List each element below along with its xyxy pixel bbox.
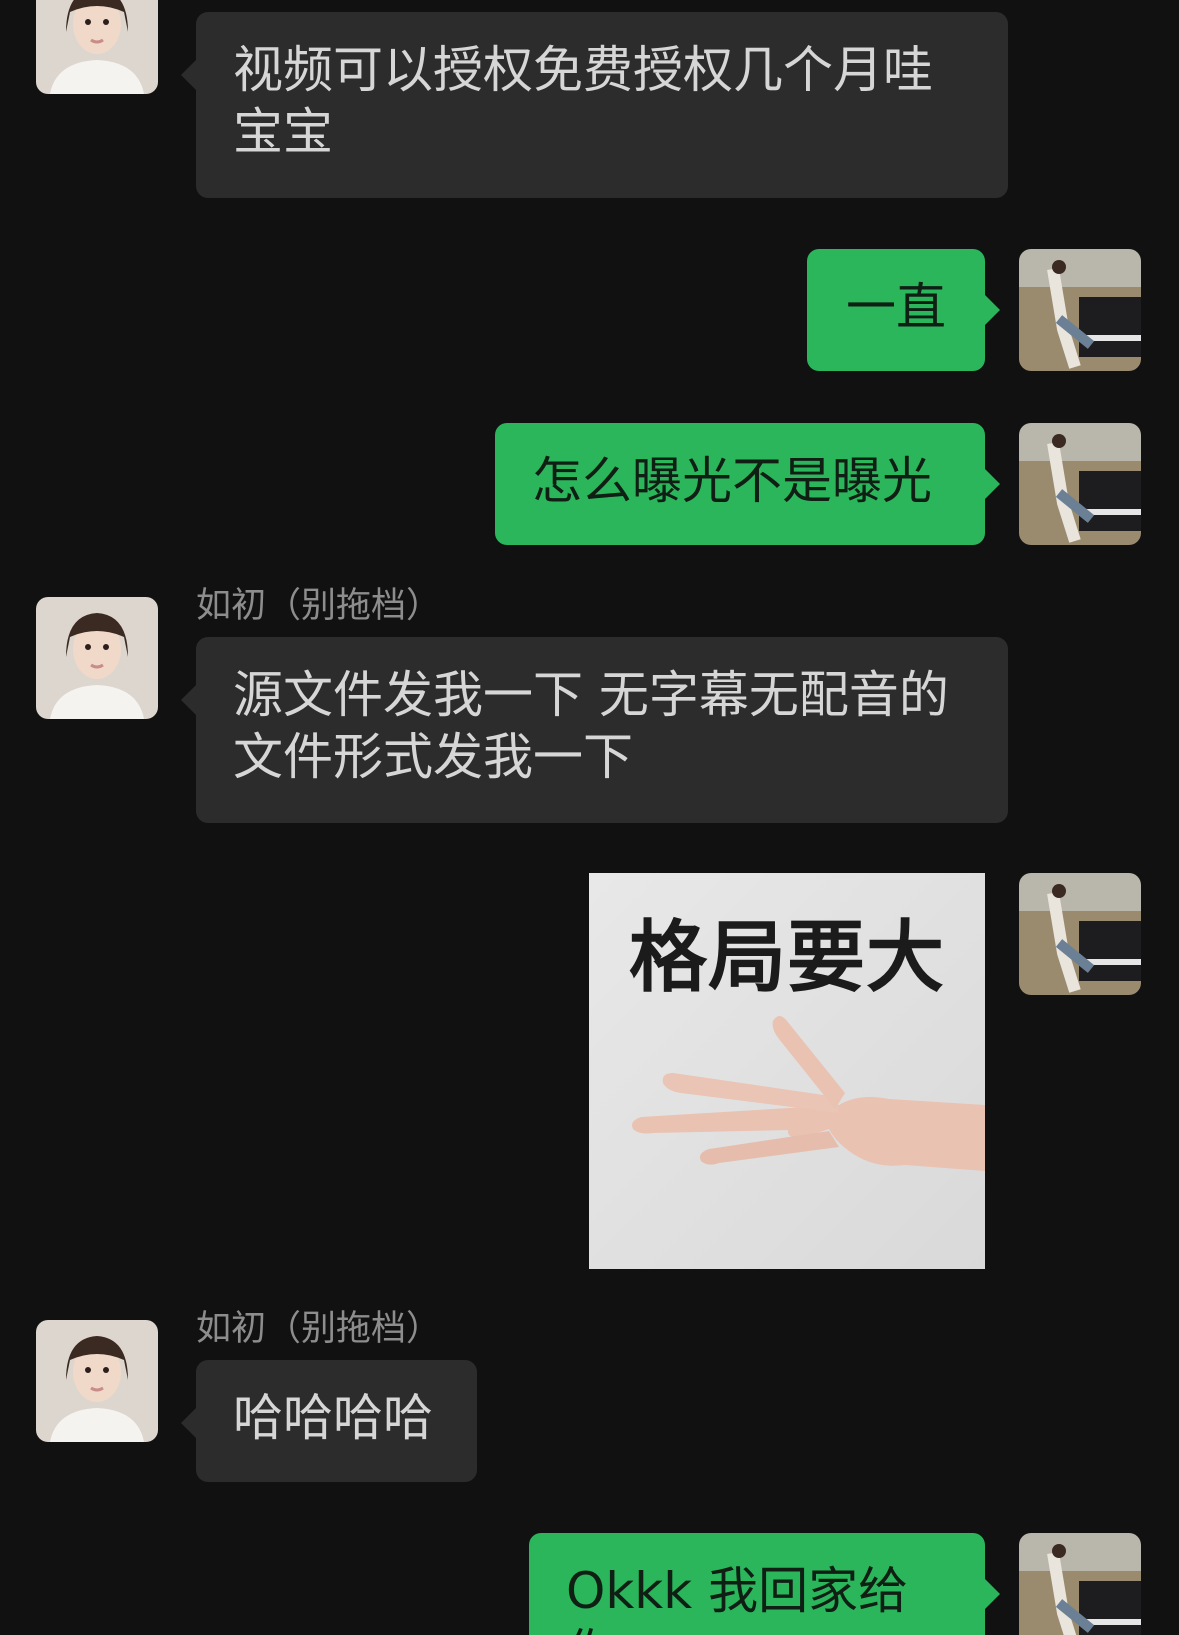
message-bubble-incoming[interactable]: 源文件发我一下 无字幕无配音的 文件形式发我一下 — [181, 637, 1008, 823]
my-avatar[interactable] — [1019, 1533, 1141, 1635]
message-text: Okkk 我回家给你 — [566, 1562, 909, 1635]
chat-conversation[interactable]: 视频可以授权免费授权几个月哇 宝宝 一直 怎么曝光不是曝光 如初（别拖档） 源文… — [0, 0, 1179, 1635]
message-bubble-outgoing[interactable]: 一直 — [807, 249, 1000, 371]
sender-name: 如初（别拖档） — [196, 1309, 442, 1349]
sender-name: 如初（别拖档） — [196, 586, 442, 626]
my-avatar[interactable] — [1019, 873, 1141, 995]
message-text: 源文件发我一下 无字幕无配音的 文件形式发我一下 — [233, 666, 949, 786]
message-text: 哈哈哈哈 — [233, 1389, 433, 1447]
message-bubble-incoming[interactable]: 哈哈哈哈 — [181, 1360, 477, 1482]
my-avatar[interactable] — [1019, 423, 1141, 545]
message-bubble-incoming[interactable]: 视频可以授权免费授权几个月哇 宝宝 — [181, 12, 1008, 198]
sticker-image[interactable]: 格局要大 — [589, 873, 985, 1269]
message-bubble-outgoing[interactable]: Okkk 我回家给你 — [529, 1533, 1000, 1635]
contact-avatar[interactable] — [36, 597, 158, 719]
my-avatar[interactable] — [1019, 249, 1141, 371]
contact-avatar[interactable] — [36, 0, 158, 94]
message-bubble-outgoing[interactable]: 怎么曝光不是曝光 — [495, 423, 1000, 545]
contact-avatar[interactable] — [36, 1320, 158, 1442]
message-text: 一直 — [846, 278, 946, 336]
message-text: 怎么曝光不是曝光 — [532, 452, 932, 510]
message-text: 视频可以授权免费授权几个月哇 宝宝 — [233, 41, 933, 161]
sticker-caption: 格局要大 — [628, 913, 945, 1003]
